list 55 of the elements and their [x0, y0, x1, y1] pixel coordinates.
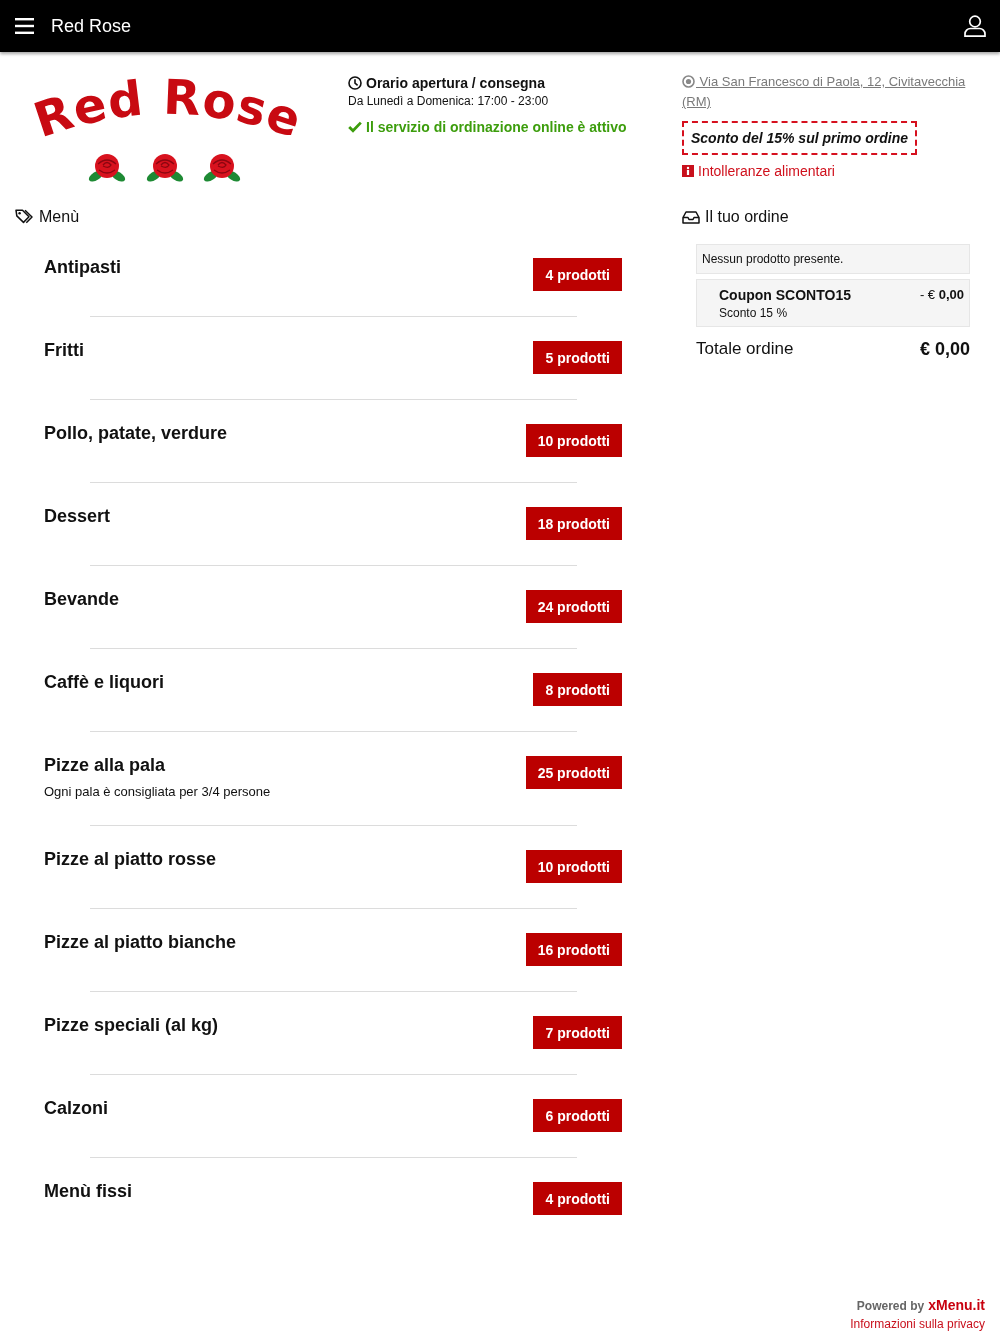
category-title: Calzoni — [44, 1097, 108, 1119]
empty-order-notice: Nessun prodotto presente. — [696, 244, 970, 274]
address-link[interactable]: Via San Francesco di Paola, 12, Civitavecchia (RM) — [682, 72, 985, 112]
products-button[interactable]: 10 prodotti — [525, 850, 622, 883]
products-button[interactable]: 4 prodotti — [533, 258, 622, 291]
menu-heading: Menù — [39, 207, 80, 227]
rose-icon — [146, 154, 184, 182]
category-title: Pizze al piatto rosse — [44, 848, 217, 870]
hours-title: Orario apertura / consegna — [366, 74, 545, 92]
products-button[interactable]: 4 prodotti — [533, 1182, 622, 1215]
menu-icon[interactable] — [15, 18, 34, 34]
category-description: Ogni pala è consigliata per 3/4 persone — [44, 784, 271, 800]
inbox-icon — [682, 210, 700, 224]
coupon-detail: Sconto 15 % — [719, 305, 789, 321]
category-title: Bevande — [44, 588, 120, 610]
products-button[interactable]: 5 prodotti — [533, 341, 622, 374]
info-icon — [682, 165, 694, 177]
products-button[interactable]: 18 prodotti — [525, 507, 622, 540]
total-amount: € 0,00 — [919, 338, 970, 361]
category-title: Pizze speciali (al kg) — [44, 1014, 219, 1036]
promo-banner: Sconto del 15% sul primo ordine — [682, 121, 918, 155]
rose-icon — [203, 154, 241, 182]
user-icon[interactable] — [964, 15, 986, 37]
powered-by-label: Powered by — [856, 1299, 925, 1313]
logo-text: Red Rose — [27, 68, 310, 149]
category-title: Pollo, patate, verdure — [44, 422, 228, 444]
coupon-amount: - € 0,00 — [919, 286, 964, 304]
category-title: Dessert — [44, 505, 111, 527]
products-button[interactable]: 24 prodotti — [525, 590, 622, 623]
category-title: Menù fissi — [44, 1180, 132, 1202]
clock-icon — [348, 76, 362, 90]
hours-schedule: Da Lunedì a Domenica: 17:00 - 23:00 — [348, 93, 550, 109]
products-button[interactable]: 10 prodotti — [525, 424, 622, 457]
products-button[interactable]: 8 prodotti — [533, 673, 622, 706]
location-icon — [682, 75, 695, 88]
category-title: Pizze al piatto bianche — [44, 931, 237, 953]
products-button[interactable]: 6 prodotti — [533, 1099, 622, 1132]
category-title: Antipasti — [44, 256, 121, 278]
order-heading: Il tuo ordine — [705, 207, 789, 227]
category-title: Pizze alla pala — [44, 754, 167, 776]
header-title: Red Rose — [51, 15, 132, 37]
check-icon — [348, 121, 362, 133]
allergens-link[interactable]: Intolleranze alimentari — [698, 162, 835, 180]
category-title: Caffè e liquori — [44, 671, 164, 693]
coupon-title: Coupon SCONTO15 — [719, 286, 851, 305]
tag-icon — [15, 209, 34, 225]
category-title: Fritti — [44, 339, 84, 361]
rose-icon — [88, 154, 126, 182]
total-label: Totale ordine — [696, 338, 794, 360]
products-button[interactable]: 16 prodotti — [525, 933, 622, 966]
brand-link[interactable]: xMenu.it — [928, 1297, 985, 1313]
products-button[interactable]: 25 prodotti — [525, 756, 622, 789]
privacy-link[interactable]: Informazioni sulla privacy — [850, 1317, 985, 1331]
products-button[interactable]: 7 prodotti — [533, 1016, 622, 1049]
service-status: Il servizio di ordinazione online è attivo — [366, 118, 627, 136]
